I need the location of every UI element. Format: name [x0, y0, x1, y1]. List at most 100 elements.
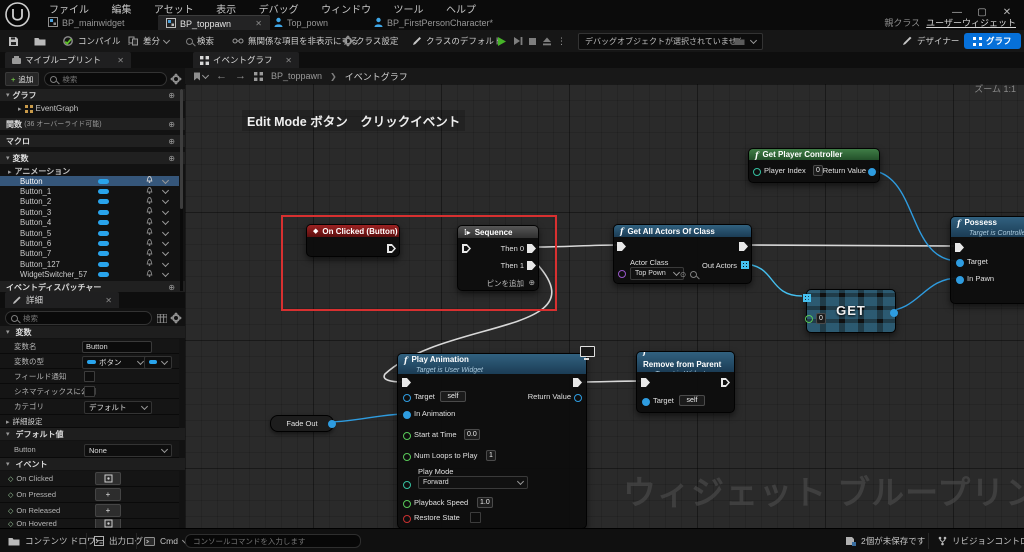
default-value-section-header[interactable]: ▾デフォルト値	[0, 428, 185, 440]
blueprint-search-box[interactable]	[44, 72, 167, 86]
bell-icon[interactable]	[146, 207, 153, 217]
tab-close-icon[interactable]: ✕	[285, 56, 292, 65]
bell-icon[interactable]	[146, 197, 153, 207]
exec-out-pin[interactable]	[573, 378, 582, 387]
add-macro-icon[interactable]: ⊕	[168, 137, 175, 146]
bell-icon[interactable]	[146, 270, 153, 280]
doc-tab-bp-firstpersoncharacter[interactable]: BP_FirstPersonCharacter*	[366, 15, 501, 30]
frame-skip-button[interactable]	[513, 30, 523, 52]
variable-row[interactable]: WidgetSwitcher_57	[0, 270, 179, 280]
class-defaults-button[interactable]: クラスのデフォルト	[412, 30, 502, 52]
restore-state-checkbox[interactable]	[470, 512, 481, 523]
actor-class-pin[interactable]	[618, 270, 626, 278]
play-mode-pin[interactable]	[403, 481, 411, 489]
panel-close-icon[interactable]: ✕	[117, 56, 124, 65]
use-selected-icon[interactable]: ⊙	[680, 270, 686, 279]
breadcrumb-leaf[interactable]: イベントグラフ	[345, 70, 408, 83]
add-pin-icon[interactable]: ⊕	[529, 278, 535, 287]
eye-closed-icon[interactable]	[162, 229, 169, 236]
exec-out-pin[interactable]	[721, 378, 730, 387]
macro-section-header[interactable]: マクロ⊕	[0, 135, 185, 147]
eye-closed-icon[interactable]	[162, 270, 169, 277]
graph-mode-button[interactable]: グラフ	[964, 30, 1021, 52]
class-settings-button[interactable]: クラス設定	[344, 30, 398, 52]
exec-out-pin[interactable]	[387, 244, 396, 253]
doc-tab-top-pown[interactable]: Top_pown	[266, 15, 336, 30]
variable-row[interactable]: Button_7	[0, 249, 179, 259]
exec-in-pin[interactable]	[955, 243, 964, 252]
breadcrumb-root[interactable]: BP_toppawn	[271, 71, 322, 81]
eye-closed-icon[interactable]	[162, 260, 169, 267]
animation-out-pin[interactable]	[328, 420, 336, 428]
variable-row[interactable]: Button_4	[0, 218, 179, 228]
add-dispatcher-icon[interactable]: ⊕	[168, 283, 175, 292]
bell-icon[interactable]	[146, 187, 153, 197]
add-variable-icon[interactable]: ⊕	[168, 154, 175, 163]
exec-in-pin[interactable]	[462, 244, 471, 253]
find-button[interactable]: 検索	[186, 30, 214, 52]
node-remove-from-parent[interactable]: fRemove from Parent Target is Widget Tar…	[636, 351, 735, 413]
blueprint-search-input[interactable]	[60, 74, 161, 85]
container-type-dropdown[interactable]	[144, 356, 172, 369]
node-play-animation[interactable]: fPlay Animation Target is User Widget Ta…	[397, 353, 587, 528]
advanced-settings-row[interactable]: ▸詳細設定	[0, 415, 179, 428]
variables-section-header[interactable]: ▾変数⊕	[0, 152, 185, 164]
return-value-pin[interactable]	[574, 394, 582, 402]
eventgraph-tab[interactable]: イベントグラフ ✕	[193, 52, 299, 68]
panel-close-icon[interactable]: ✕	[105, 296, 112, 305]
array-in-pin[interactable]	[803, 294, 811, 302]
details-search-box[interactable]	[5, 311, 152, 325]
eye-closed-icon[interactable]	[162, 239, 169, 246]
bell-icon[interactable]	[146, 249, 153, 259]
add-event-button[interactable]: +	[95, 504, 121, 517]
unsaved-status[interactable]: 2個が未保存です	[845, 529, 925, 552]
element-out-pin[interactable]	[890, 309, 898, 317]
sidebar-scrollbar[interactable]	[180, 89, 183, 291]
play-options-icon[interactable]: ⋮	[557, 30, 566, 52]
gear-icon[interactable]	[172, 75, 180, 83]
variable-name-input[interactable]: Button	[82, 341, 152, 353]
variable-row[interactable]: Button_5	[0, 228, 179, 238]
content-drawer-button[interactable]: コンテンツ ドロワー	[8, 529, 104, 552]
save-button[interactable]	[8, 30, 19, 52]
default-value-dropdown[interactable]: None	[84, 444, 172, 457]
add-function-icon[interactable]: ⊕	[168, 120, 175, 129]
console-command-input[interactable]	[185, 534, 361, 548]
eye-closed-icon[interactable]	[162, 249, 169, 256]
stop-button[interactable]	[528, 30, 537, 52]
browse-icon[interactable]	[690, 271, 697, 278]
play-mode-dropdown[interactable]: Forward	[418, 476, 528, 489]
eventgraph-item[interactable]: ▸ EventGraph	[0, 103, 197, 114]
node-get-all-actors-of-class[interactable]: fGet All Actors Of Class Actor Class Top…	[613, 224, 752, 284]
player-index-pin[interactable]	[753, 168, 761, 176]
eye-closed-icon[interactable]	[162, 197, 169, 204]
variable-row-button[interactable]: Button	[0, 176, 179, 186]
cinematics-checkbox[interactable]	[84, 386, 95, 397]
add-event-button[interactable]: +	[95, 488, 121, 501]
playback-speed-pin[interactable]	[403, 500, 411, 508]
events-section-header[interactable]: ▾イベント	[0, 458, 185, 470]
back-button[interactable]: ←	[216, 70, 227, 82]
target-pin[interactable]	[403, 394, 411, 402]
variable-row[interactable]: Button_127	[0, 259, 179, 269]
variable-row[interactable]: Button_6	[0, 238, 179, 248]
category-dropdown[interactable]: デフォルト	[84, 401, 152, 414]
eye-closed-icon[interactable]	[162, 208, 169, 215]
exec-in-pin[interactable]	[641, 378, 650, 387]
bell-icon[interactable]	[146, 259, 153, 269]
variable-row[interactable]: Button_2	[0, 197, 179, 207]
variable-type-dropdown[interactable]: ボタン	[82, 356, 148, 369]
debug-browse-button[interactable]	[734, 30, 745, 52]
then0-pin[interactable]	[527, 244, 536, 253]
return-value-pin[interactable]	[868, 168, 876, 176]
compile-button[interactable]: コンパイル⋮	[62, 30, 134, 52]
doc-tab-bp-toppawn[interactable]: BP_toppawn ✕	[158, 15, 270, 31]
node-on-clicked[interactable]: ◆On Clicked (Button)	[306, 224, 400, 257]
node-fade-out[interactable]: Fade Out	[270, 415, 334, 432]
node-array-get[interactable]: GET 0	[806, 289, 896, 333]
eye-closed-icon[interactable]	[162, 177, 169, 184]
bell-icon[interactable]	[146, 218, 153, 228]
eye-closed-icon[interactable]	[162, 187, 169, 194]
tab-close-icon[interactable]: ✕	[255, 19, 262, 28]
field-notify-checkbox[interactable]	[84, 371, 95, 382]
